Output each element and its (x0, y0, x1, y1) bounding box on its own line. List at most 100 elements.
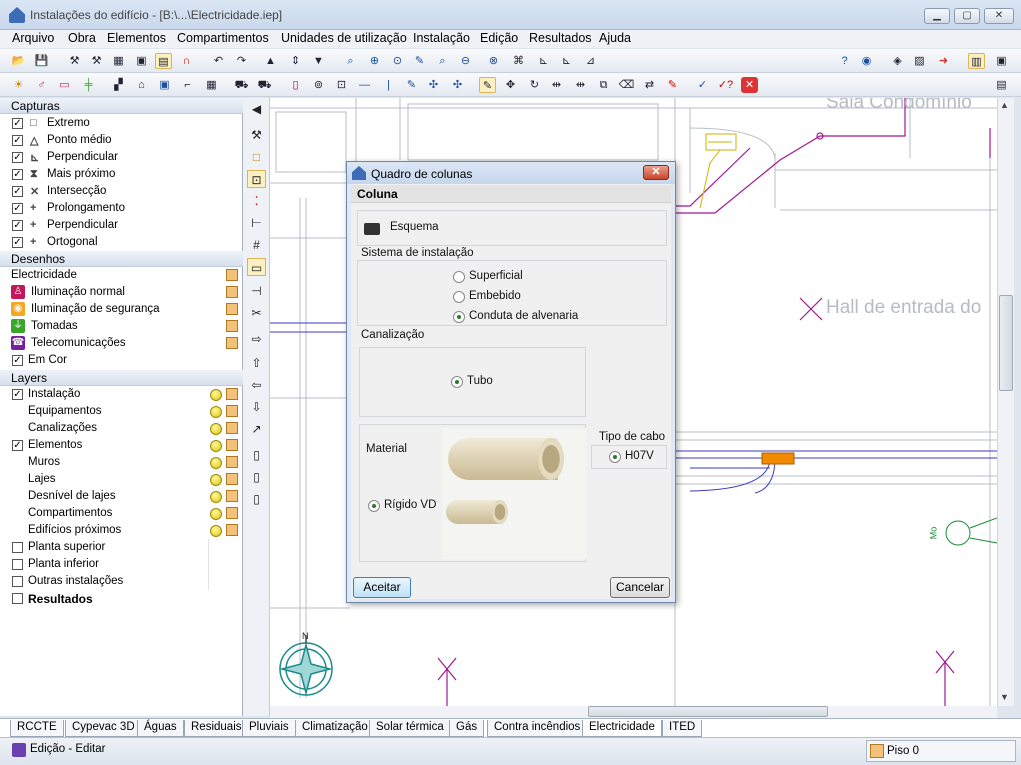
vertical-scrollbar[interactable]: ▲ ▼ (997, 98, 1014, 706)
hammer-icon[interactable]: ⚒ (247, 126, 266, 144)
layer-visibility-icon[interactable] (210, 508, 222, 520)
export-icon[interactable]: ➜ (935, 53, 952, 69)
esquema-box[interactable]: Esquema (357, 210, 667, 246)
swap-icon[interactable]: ⇄ (641, 77, 658, 93)
layer-visibility-icon[interactable] (210, 525, 222, 537)
layer-checkbox[interactable] (12, 542, 23, 553)
redo-icon[interactable]: ↷ (233, 53, 250, 69)
capture-row[interactable]: ✓ + Ortogonal (0, 234, 243, 251)
snap-grid-icon[interactable]: ⁚ (247, 192, 266, 210)
circle-icon[interactable]: ⊚ (310, 77, 327, 93)
pencil-icon[interactable]: ✎ (403, 77, 420, 93)
vertical-scroll-thumb[interactable] (999, 295, 1013, 391)
drawings-config-icon[interactable] (226, 269, 238, 281)
image-icon[interactable]: ▣ (133, 53, 150, 69)
layer-visibility-icon[interactable] (210, 474, 222, 486)
snap-mid-icon[interactable]: ⊡ (247, 170, 266, 188)
line-icon[interactable]: — (356, 77, 373, 93)
zoom-extents-icon[interactable]: ⊗ (485, 53, 502, 69)
plan-icon[interactable]: ▦ (110, 53, 127, 69)
radio-embebido[interactable] (453, 291, 465, 303)
layer-3d-icon[interactable] (226, 388, 238, 400)
layer-row[interactable]: Canalizações (0, 420, 243, 437)
menu-ajuda[interactable]: Ajuda (599, 31, 631, 45)
drawing-config-icon[interactable] (226, 286, 238, 298)
layer-visibility-icon[interactable] (210, 457, 222, 469)
dim-icon[interactable]: ⊾ (535, 53, 552, 69)
maximize-button[interactable]: ▢ (954, 8, 980, 24)
capturas-header[interactable]: Capturas (0, 98, 243, 114)
tab--guas[interactable]: Águas (137, 720, 184, 737)
dim3-icon[interactable]: ⊿ (582, 53, 599, 69)
building-icon[interactable]: ▦ (203, 77, 220, 93)
layer-3d-icon[interactable] (226, 507, 238, 519)
zoom-window-icon[interactable]: ⊕ (366, 53, 383, 69)
menu-edicao[interactable]: Edição (480, 31, 518, 45)
radio-conduta-alvenaria[interactable] (453, 311, 465, 323)
layer-visibility-icon[interactable] (210, 406, 222, 418)
layer-row[interactable]: ✓ Elementos (0, 437, 243, 454)
close-window-button[interactable]: ✕ (984, 8, 1014, 24)
erase-icon[interactable]: ⌫ (618, 77, 635, 93)
dim2-icon[interactable]: ⊾ (558, 53, 575, 69)
menu-compartimentos[interactable]: Compartimentos (177, 31, 269, 45)
column-down-icon[interactable]: ▯ (247, 490, 266, 508)
snap-end-icon[interactable]: □ (247, 148, 266, 166)
window-mode2-icon[interactable]: ▣ (993, 53, 1010, 69)
pan-icon[interactable]: ⊖ (457, 53, 474, 69)
door-icon[interactable]: ⌂ (133, 77, 150, 93)
open-icon[interactable]: 📂 (10, 53, 27, 69)
drawing-config-icon[interactable] (226, 320, 238, 332)
tab-cypevac-3d[interactable]: Cypevac 3D (65, 720, 142, 737)
zoom-out-icon[interactable]: ⌕ (434, 53, 451, 69)
layer-row[interactable]: Equipamentos (0, 403, 243, 420)
layer-row[interactable]: Lajes (0, 471, 243, 488)
tab-contra-inc-ndios[interactable]: Contra incêndios (487, 720, 588, 737)
panel-icon[interactable]: ▭ (56, 77, 73, 93)
layer-checkbox[interactable] (12, 559, 23, 570)
layer-3d-icon[interactable] (226, 456, 238, 468)
drawing-row[interactable]: ◉ Iluminação de segurança (0, 301, 243, 318)
aceitar-button[interactable]: Aceitar (353, 577, 411, 598)
menu-unidades[interactable]: Unidades de utilização (281, 31, 407, 45)
capture-checkbox[interactable]: ✓ (12, 152, 23, 163)
move-node-icon[interactable]: ✣ (425, 77, 442, 93)
column-icon[interactable]: ▯ (247, 468, 266, 486)
wall-tool-icon[interactable]: ⚒ (66, 53, 83, 69)
step-icon[interactable]: ⌐ (179, 77, 196, 93)
undo-icon[interactable]: ↶ (210, 53, 227, 69)
magnet-icon[interactable]: ∩ (178, 53, 195, 69)
capture-checkbox[interactable]: ✓ (12, 135, 23, 146)
column-up-icon[interactable]: ▯ (247, 446, 266, 464)
socket-icon[interactable]: ╪ (80, 77, 97, 93)
menu-elementos[interactable]: Elementos (107, 31, 166, 45)
tab-rccte[interactable]: RCCTE (10, 720, 64, 737)
radio-superficial[interactable] (453, 271, 465, 283)
floor-select-icon[interactable]: ⇕ (287, 53, 304, 69)
radio-h07v[interactable] (609, 451, 621, 463)
collapse-arrow-icon[interactable]: ◀ (247, 100, 266, 118)
layer-checkbox[interactable] (12, 576, 23, 587)
route-icon[interactable]: ↗ (247, 420, 266, 438)
tab-pluviais[interactable]: Pluviais (242, 720, 296, 737)
move-icon[interactable]: ✥ (502, 77, 519, 93)
move-nodes-icon[interactable]: ✣ (449, 77, 466, 93)
capture-row[interactable]: ✓ + Perpendicular (0, 217, 243, 234)
horizontal-scroll-thumb[interactable] (588, 706, 828, 717)
zoom-in-icon[interactable]: ⌕ (342, 53, 359, 69)
tab-residuais[interactable]: Residuais (184, 720, 249, 737)
globe-icon[interactable]: ◉ (858, 53, 875, 69)
mirror2-icon[interactable]: ⇹ (572, 77, 589, 93)
capture-row[interactable]: ✓ □ Extremo (0, 115, 243, 132)
capture-row[interactable]: ✓ ⊾ Perpendicular (0, 149, 243, 166)
layer-3d-icon[interactable] (226, 524, 238, 536)
menu-resultados[interactable]: Resultados (529, 31, 592, 45)
layer-3d-icon[interactable] (226, 490, 238, 502)
menu-arquivo[interactable]: Arquivo (12, 31, 54, 45)
wall-tool2-icon[interactable]: ⚒ (88, 53, 105, 69)
window-mode-icon[interactable]: ▥ (968, 53, 985, 69)
calc-icon[interactable]: ▤ (993, 77, 1010, 93)
arrow-up-icon[interactable]: ⇧ (247, 354, 266, 372)
resultados-row[interactable]: Resultados (0, 590, 243, 607)
radio-rigido-vd[interactable] (368, 500, 380, 512)
